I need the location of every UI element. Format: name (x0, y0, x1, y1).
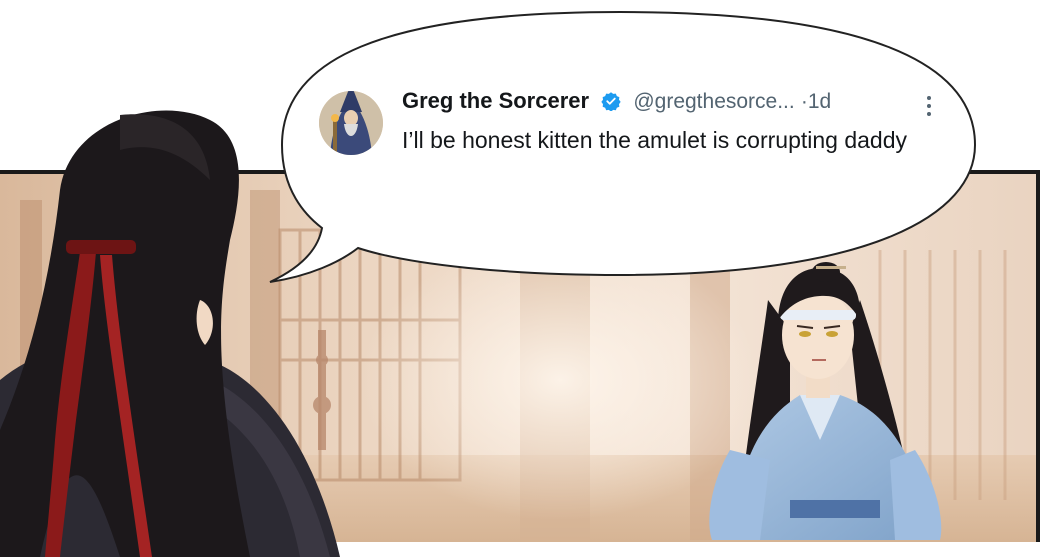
separator-dot: · (800, 90, 808, 113)
user-handle[interactable]: @gregthesorce... (633, 90, 794, 113)
comic-panel-stage: Greg the Sorcerer @gregthesorce... ·1d I… (0, 0, 1049, 557)
display-name[interactable]: Greg the Sorcerer (402, 88, 589, 113)
verified-badge-icon (601, 92, 621, 111)
post-time[interactable]: 1d (808, 90, 831, 113)
comic-illustration (0, 10, 1049, 557)
tweet-header: Greg the Sorcerer @gregthesorce... ·1d (402, 88, 831, 114)
more-vertical-icon[interactable] (926, 96, 932, 118)
tweet-body: I’ll be honest kitten the amulet is corr… (402, 127, 908, 153)
